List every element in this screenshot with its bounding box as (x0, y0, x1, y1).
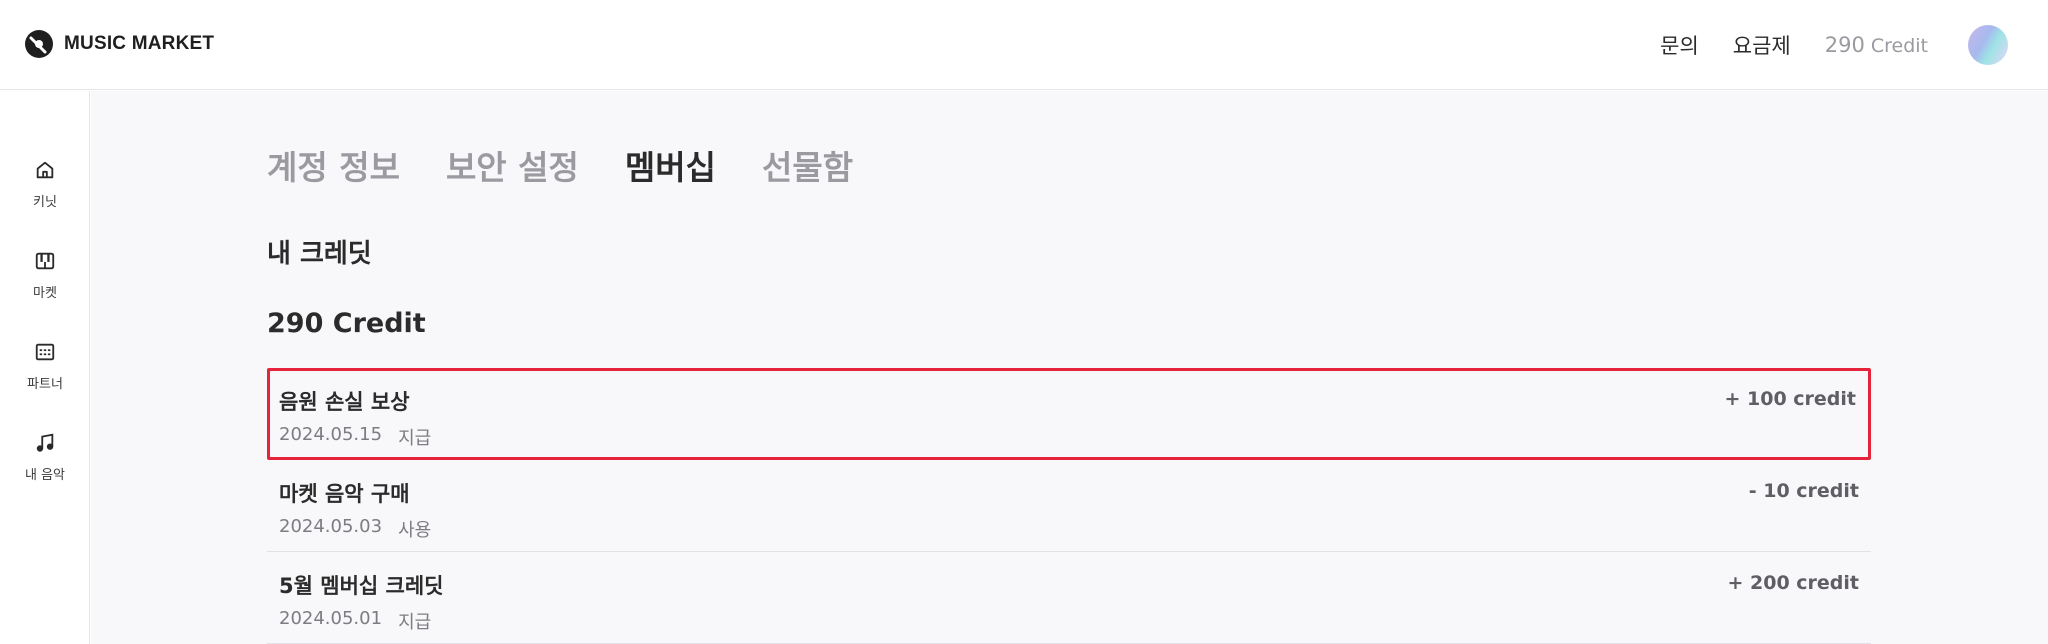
section-title: 내 크레딧 (267, 239, 372, 269)
header-nav: 문의 요금제 290 Credit (1660, 24, 2008, 66)
main-content: 계정 정보 보안 설정 멤버십 선물함 내 크레딧 290 Credit 음원 … (91, 91, 2048, 644)
music-note-icon (36, 433, 54, 452)
sidebar-item-market[interactable]: 마켓 (0, 250, 90, 301)
transaction-amount: + 200 credit (1727, 572, 1859, 594)
nav-contact-link[interactable]: 문의 (1660, 30, 1699, 60)
account-tabs: 계정 정보 보안 설정 멤버십 선물함 (267, 141, 853, 189)
transaction-date: 2024.05.15 (279, 424, 383, 445)
piano-icon (35, 252, 55, 270)
transaction-meta: 2024.05.15 지급 (279, 424, 431, 450)
list-item[interactable]: 마켓 음악 구매 2024.05.03 사용 - 10 credit (267, 460, 1871, 552)
sidebar: 키닛 마켓 파트너 내 음악 (0, 91, 90, 644)
transaction-title: 음원 손실 보상 (279, 390, 410, 414)
grid-icon (35, 343, 55, 361)
vinyl-logo-icon (25, 30, 53, 58)
tab-security-settings[interactable]: 보안 설정 (446, 141, 579, 189)
transaction-type: 사용 (398, 520, 432, 541)
sidebar-item-label: 키닛 (33, 195, 57, 210)
tab-gift-box[interactable]: 선물함 (762, 141, 853, 189)
transaction-title: 마켓 음악 구매 (279, 482, 410, 506)
transaction-date: 2024.05.03 (279, 516, 383, 537)
transaction-title: 5월 멤버십 크레딧 (279, 574, 444, 598)
header-credit-balance[interactable]: 290 Credit (1825, 33, 1928, 57)
sidebar-item-label: 마켓 (33, 286, 57, 301)
transaction-date: 2024.05.01 (279, 608, 383, 629)
brand-logo[interactable]: MUSIC MARKET (24, 29, 214, 59)
header-credit-value: 290 (1824, 33, 1865, 57)
brand-name: MUSIC MARKET (64, 33, 215, 54)
list-item[interactable]: 5월 멤버십 크레딧 2024.05.01 지급 + 200 credit (267, 552, 1871, 644)
credit-total: 290 Credit (267, 308, 426, 339)
sidebar-item-my-music[interactable]: 내 음악 (0, 432, 90, 483)
transaction-amount: - 10 credit (1748, 480, 1859, 502)
sidebar-item-label: 내 음악 (24, 468, 65, 483)
avatar[interactable] (1968, 25, 2008, 65)
home-icon (36, 161, 54, 179)
transaction-meta: 2024.05.03 사용 (279, 516, 431, 542)
nav-pricing-link[interactable]: 요금제 (1733, 30, 1791, 60)
credit-history-list: 음원 손실 보상 2024.05.15 지급 + 100 credit 마켓 음… (267, 368, 1871, 644)
top-header: MUSIC MARKET 문의 요금제 290 Credit (0, 0, 2048, 90)
transaction-type: 지급 (398, 612, 432, 633)
transaction-type: 지급 (398, 428, 432, 449)
sidebar-item-partner[interactable]: 파트너 (0, 341, 90, 392)
tab-account-info[interactable]: 계정 정보 (267, 141, 400, 189)
list-item[interactable]: 음원 손실 보상 2024.05.15 지급 + 100 credit (267, 368, 1871, 460)
transaction-meta: 2024.05.01 지급 (279, 608, 431, 634)
header-credit-unit: Credit (1870, 35, 1928, 57)
transaction-amount: + 100 credit (1724, 388, 1856, 410)
sidebar-item-label: 파트너 (27, 377, 63, 392)
tab-membership[interactable]: 멤버십 (625, 141, 716, 189)
sidebar-item-home[interactable]: 키닛 (0, 159, 90, 210)
